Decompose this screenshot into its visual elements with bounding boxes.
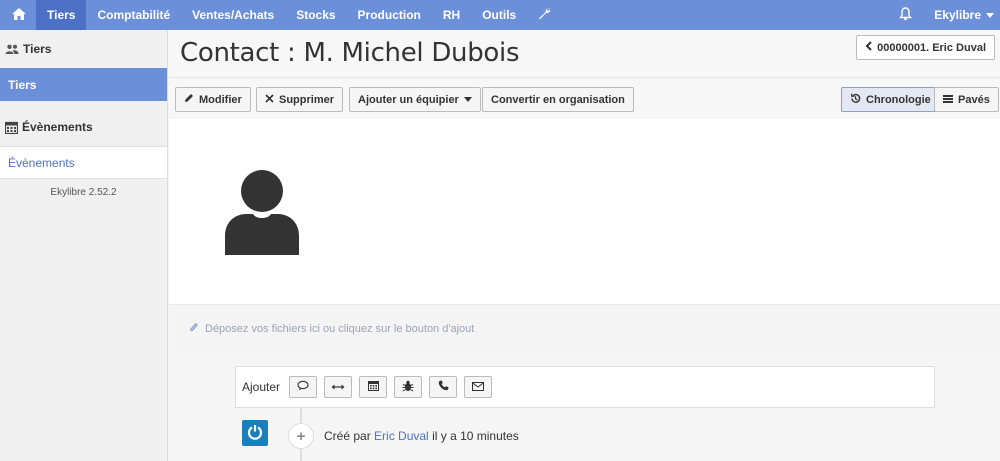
home-icon xyxy=(12,7,26,23)
back-button[interactable]: 00000001. Eric Duval xyxy=(856,35,995,60)
add-exchange-button[interactable] xyxy=(324,376,353,398)
add-comment-button[interactable] xyxy=(289,376,318,398)
comment-icon xyxy=(297,380,309,394)
nav-outils[interactable]: Outils xyxy=(471,0,527,30)
action-toolbar: Modifier Supprimer Ajouter un équipier C… xyxy=(169,79,1000,119)
history-icon xyxy=(850,93,861,107)
bug-icon xyxy=(402,380,414,395)
sidebar: Tiers Tiers Évènements Évènements Ekylib… xyxy=(0,30,168,461)
chevron-left-icon xyxy=(865,41,872,54)
bell-icon xyxy=(899,6,913,24)
contact-panel xyxy=(169,119,1000,304)
tiles-button[interactable]: Pavés xyxy=(934,87,999,112)
app-version: Ekylibre 2.52.2 xyxy=(50,187,117,198)
nav-production[interactable]: Production xyxy=(347,0,432,30)
list-icon xyxy=(943,94,953,106)
author-link[interactable]: Eric Duval xyxy=(374,429,429,443)
nav-stocks[interactable]: Stocks xyxy=(285,0,346,30)
settings-button[interactable] xyxy=(527,0,562,30)
creator-avatar xyxy=(242,420,268,446)
sidebar-item-evenements[interactable]: Évènements xyxy=(0,146,167,179)
avatar xyxy=(222,169,302,258)
timeline-entry: Créé par Eric Duval il y a 10 minutes xyxy=(324,429,519,443)
plus-icon: + xyxy=(296,427,306,445)
add-issue-button[interactable] xyxy=(394,376,423,398)
exchange-icon xyxy=(331,380,345,394)
sidebar-section-evenements: Évènements xyxy=(0,108,167,146)
add-call-button[interactable] xyxy=(429,376,458,398)
notifications-button[interactable] xyxy=(888,0,923,30)
file-dropzone[interactable]: Déposez vos fichiers ici ou cliquez sur … xyxy=(169,304,1000,352)
sidebar-section-tiers: Tiers xyxy=(0,30,167,68)
nav-tiers[interactable]: Tiers xyxy=(36,0,87,30)
modify-button[interactable]: Modifier xyxy=(175,87,251,112)
calendar-icon xyxy=(5,121,18,134)
add-label: Ajouter xyxy=(242,380,281,394)
delete-button[interactable]: Supprimer xyxy=(256,87,344,112)
title-bar: Contact : M. Michel Dubois 00000001. Eri… xyxy=(169,30,1000,78)
paperclip-icon xyxy=(189,322,198,336)
add-email-button[interactable] xyxy=(464,376,493,398)
nav-ventes-achats[interactable]: Ventes/Achats xyxy=(181,0,285,30)
phone-icon xyxy=(438,380,449,394)
user-icon xyxy=(222,170,302,258)
calendar-icon xyxy=(367,380,379,394)
home-button[interactable] xyxy=(0,0,36,30)
caret-down-icon xyxy=(986,12,994,18)
add-event-panel: Ajouter xyxy=(235,366,935,408)
nav-comptabilite[interactable]: Comptabilité xyxy=(86,0,181,30)
add-meeting-button[interactable] xyxy=(359,376,388,398)
envelope-icon xyxy=(472,380,485,394)
page-title: Contact : M. Michel Dubois xyxy=(180,38,520,68)
power-icon xyxy=(247,424,263,443)
convert-organisation-button[interactable]: Convertir en organisation xyxy=(482,87,634,112)
add-equipment-button[interactable]: Ajouter un équipier xyxy=(349,87,481,112)
nav-rh[interactable]: RH xyxy=(432,0,471,30)
main-content: Contact : M. Michel Dubois 00000001. Eri… xyxy=(169,30,1000,461)
user-menu[interactable]: Ekylibre xyxy=(923,0,1000,30)
wrench-icon xyxy=(538,7,551,23)
close-icon xyxy=(265,93,274,106)
user-name: Ekylibre xyxy=(934,8,981,22)
pencil-icon xyxy=(184,93,194,106)
top-navbar: Tiers Comptabilité Ventes/Achats Stocks … xyxy=(0,0,1000,30)
users-icon xyxy=(5,44,19,54)
chronology-button[interactable]: Chronologie xyxy=(841,87,940,112)
timeline-expand-button[interactable]: + xyxy=(288,423,314,449)
sidebar-item-tiers[interactable]: Tiers xyxy=(0,68,167,101)
caret-down-icon xyxy=(463,97,472,102)
